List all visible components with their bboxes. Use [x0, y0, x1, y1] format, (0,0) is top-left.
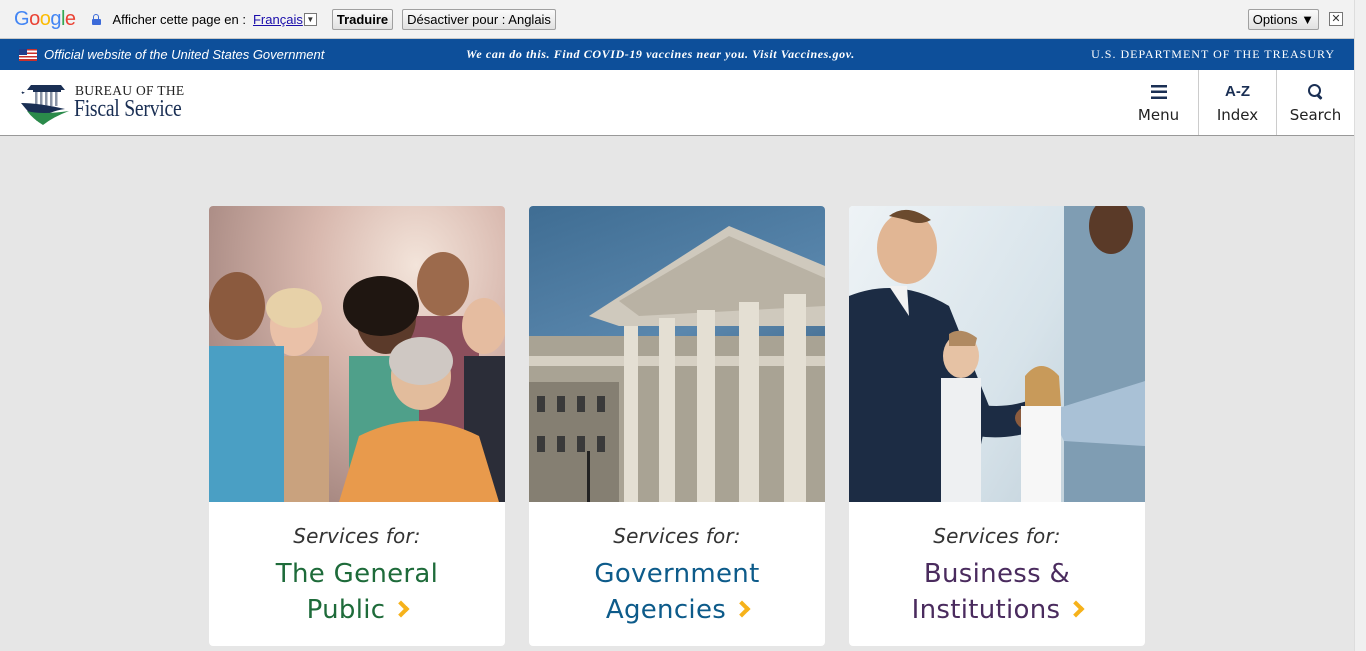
covid-notice-link[interactable]: We can do this. Find COVID-19 vaccines n… [466, 47, 855, 62]
google-logo-letter: g [50, 7, 61, 30]
brand-line-2: Fiscal Service [74, 96, 182, 122]
card-title[interactable]: Government Agencies [529, 556, 825, 628]
business-handshake-photo [849, 206, 1145, 502]
chevron-right-icon [1067, 600, 1085, 618]
card-title[interactable]: The General Public [209, 556, 505, 628]
translate-bar: Google Afficher cette page en : Français… [0, 0, 1354, 39]
menu-label: Menu [1137, 106, 1180, 124]
card-title-line: Institutions [911, 595, 1061, 625]
site-header: BUREAU OF THE Fiscal Service Menu A-Z In… [0, 70, 1354, 136]
search-icon [1308, 84, 1323, 100]
search-label: Search [1289, 106, 1342, 124]
google-logo-letter: e [64, 7, 76, 30]
google-logo-letter: G [14, 7, 30, 30]
page-scrollbar[interactable] [1354, 0, 1366, 651]
disable-translation-button[interactable]: Désactiver pour : Anglais [402, 8, 556, 30]
google-logo: Google [14, 8, 76, 31]
az-icon: A-Z [1225, 83, 1250, 100]
bureau-logo-icon [21, 85, 69, 125]
lock-icon [91, 13, 101, 25]
index-button[interactable]: A-Z Index [1198, 70, 1276, 135]
index-label: Index [1216, 106, 1259, 124]
menu-button[interactable]: Menu [1119, 70, 1198, 135]
translate-prompt: Afficher cette page en : [112, 11, 246, 27]
card-title-line: The General [275, 559, 439, 589]
us-flag-icon [19, 48, 37, 61]
site-logo[interactable]: BUREAU OF THE Fiscal Service [19, 81, 189, 127]
card-title-line: Agencies [605, 595, 727, 625]
chevron-right-icon [733, 600, 751, 618]
search-button[interactable]: Search [1276, 70, 1354, 135]
menu-icon [1150, 85, 1167, 99]
close-icon[interactable]: ✕ [1329, 12, 1343, 26]
card-title-line: Government [594, 559, 760, 589]
chevron-right-icon [392, 600, 410, 618]
gov-banner: Official website of the United States Go… [0, 39, 1354, 70]
treasury-link[interactable]: U.S. DEPARTMENT OF THE TREASURY [1091, 47, 1335, 62]
official-website-text[interactable]: Official website of the United States Go… [44, 47, 324, 62]
card-title[interactable]: Business & Institutions [849, 556, 1145, 628]
treasury-building-photo [529, 206, 825, 502]
general-public-photo [209, 206, 505, 502]
dropdown-arrow-icon[interactable]: ▼ [303, 12, 317, 26]
card-kicker: Services for: [933, 524, 1061, 548]
card-kicker: Services for: [293, 524, 421, 548]
card-title-line: Public [306, 595, 386, 625]
translate-button[interactable]: Traduire [331, 8, 394, 30]
card-government-agencies[interactable]: Services for: Government Agencies [529, 206, 825, 646]
card-business-institutions[interactable]: Services for: Business & Institutions [849, 206, 1145, 646]
card-title-line: Business & [923, 559, 1071, 589]
google-logo-letter: o [39, 7, 51, 30]
google-logo-letter: o [29, 7, 40, 30]
language-select[interactable]: Français [253, 12, 303, 27]
header-tools: Menu A-Z Index Search [1119, 70, 1354, 135]
options-button[interactable]: Options ▼ [1247, 8, 1319, 30]
card-kicker: Services for: [613, 524, 741, 548]
card-general-public[interactable]: Services for: The General Public [209, 206, 505, 646]
